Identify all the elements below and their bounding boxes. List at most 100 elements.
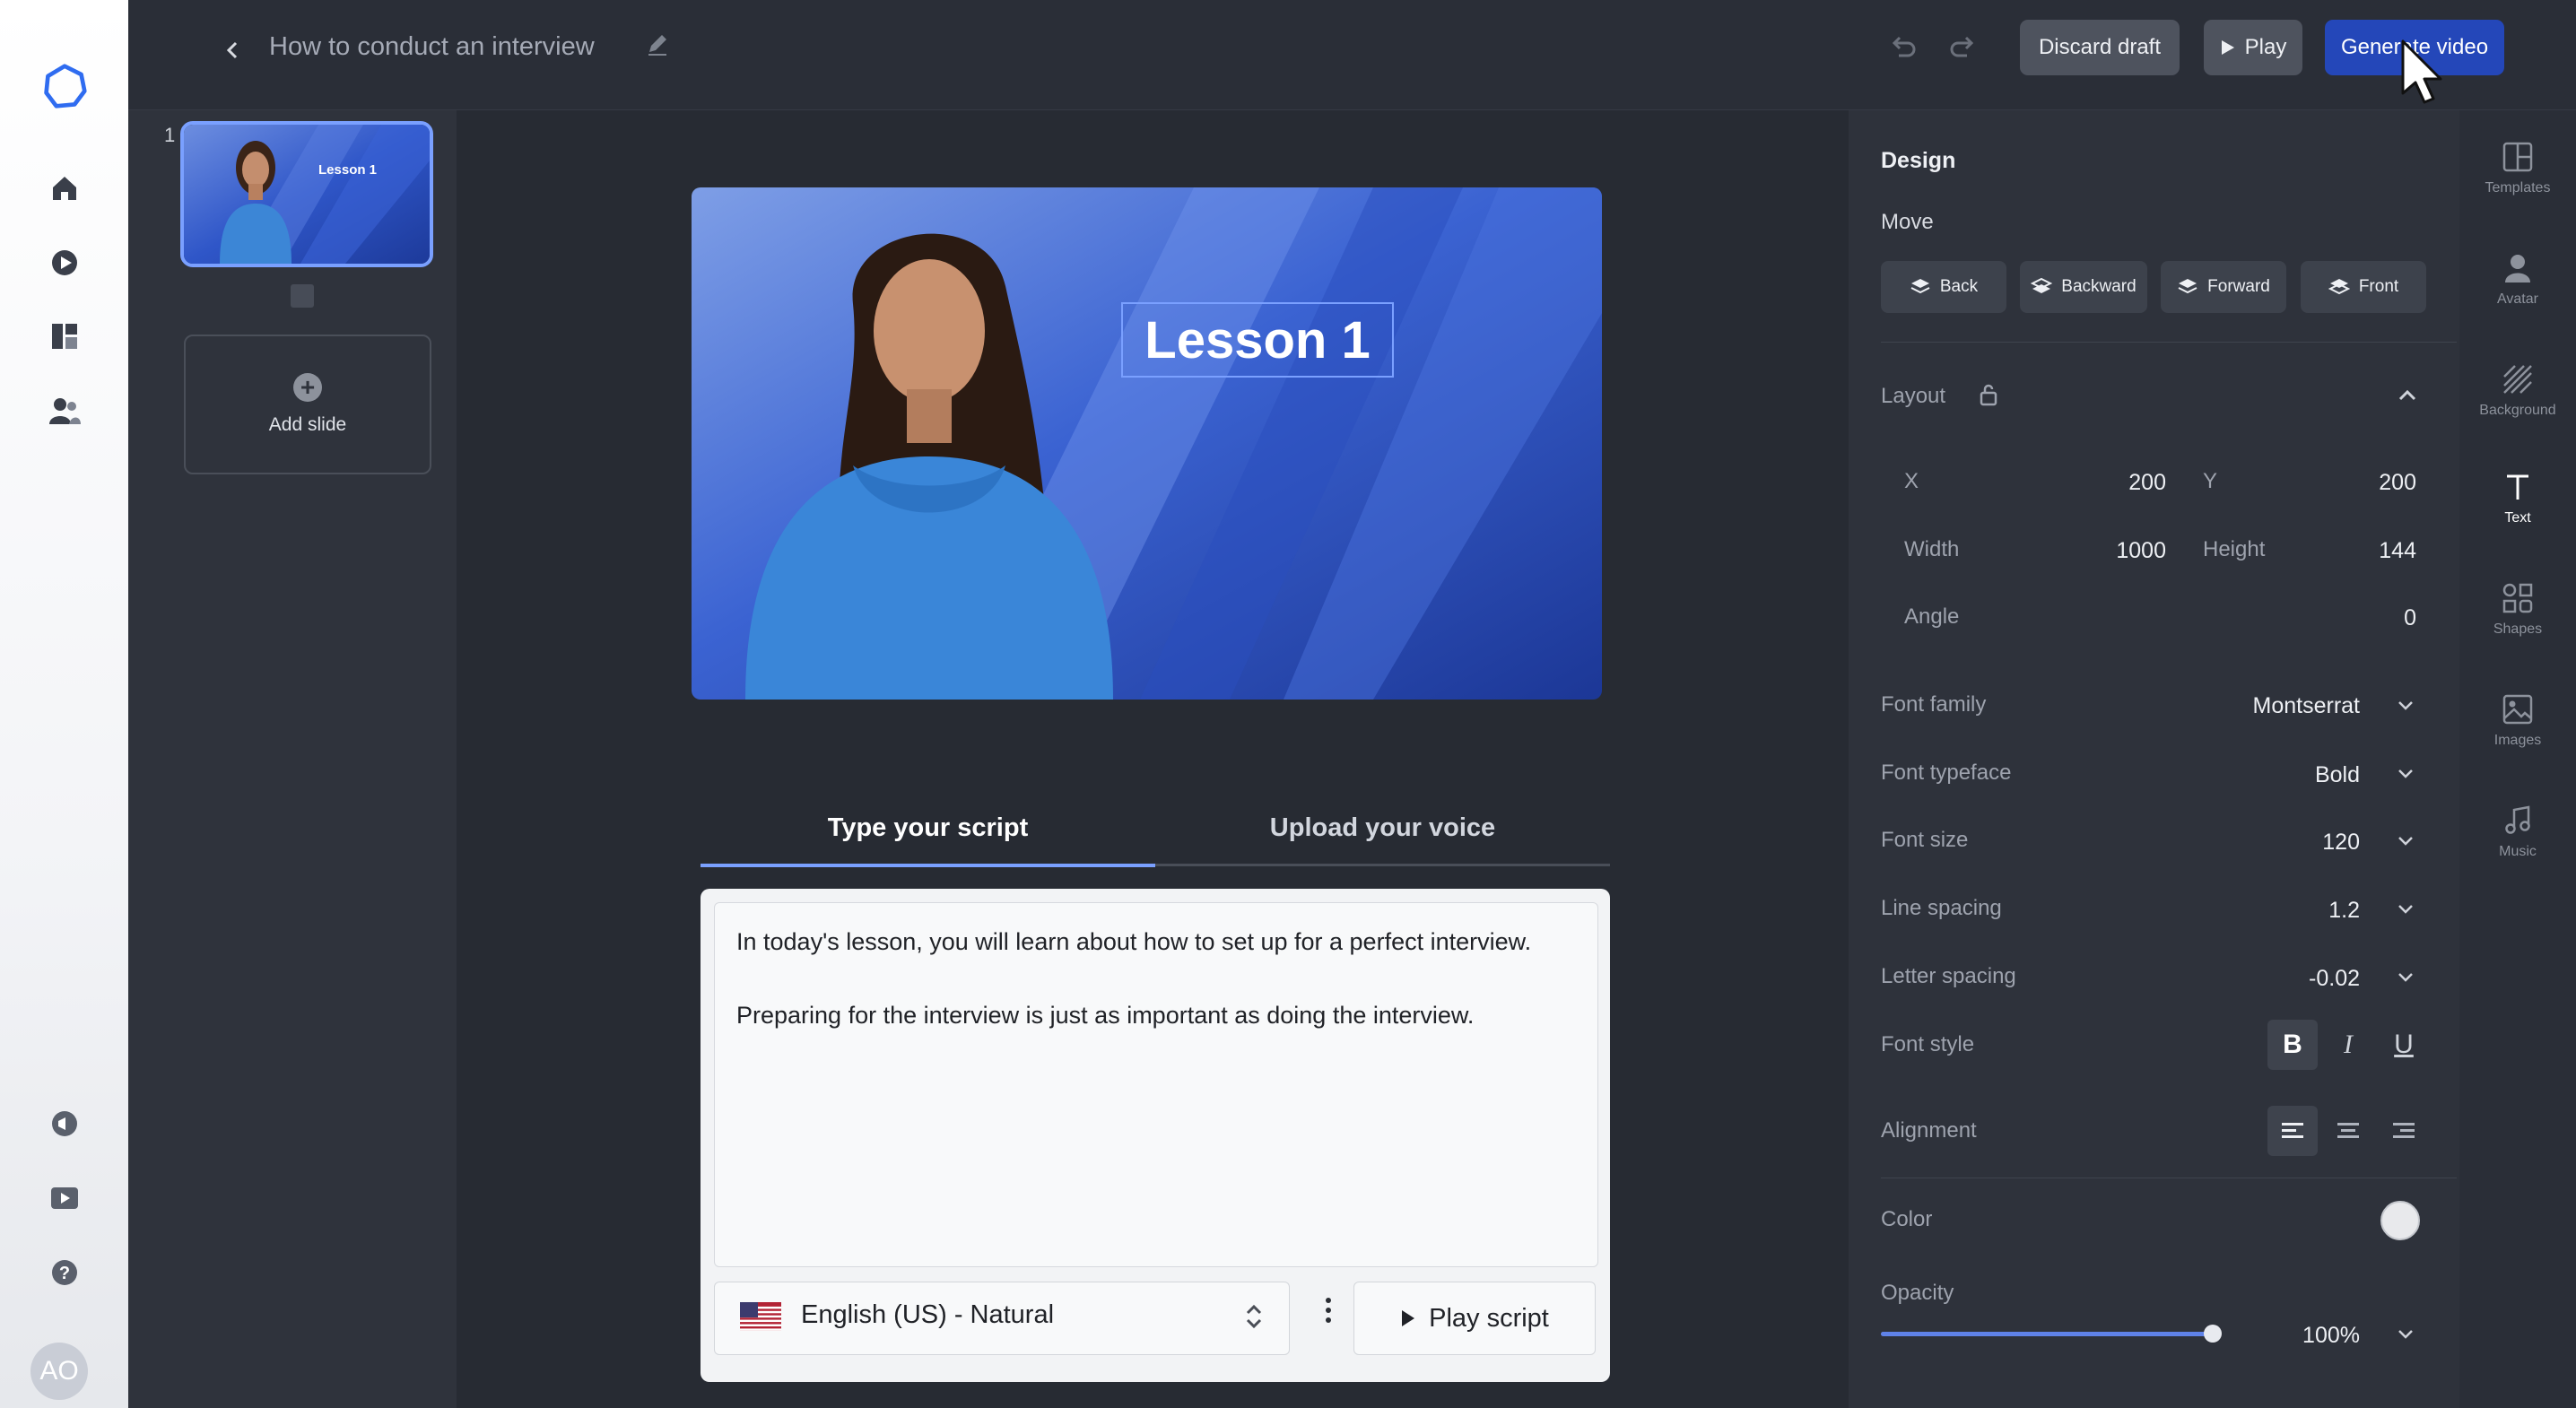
play-button[interactable]: Play <box>2204 20 2302 75</box>
script-textarea[interactable]: In today's lesson, you will learn about … <box>714 902 1598 1267</box>
logo-icon[interactable] <box>41 63 88 109</box>
play-script-button[interactable]: Play script <box>1353 1282 1596 1355</box>
voice-select[interactable]: English (US) - Natural <box>714 1282 1290 1355</box>
video-icon[interactable] <box>41 239 88 286</box>
chevron-down-icon[interactable] <box>2398 1329 2414 1340</box>
people-icon[interactable] <box>41 387 88 434</box>
lock-icon[interactable] <box>1978 382 1999 407</box>
chevron-down-icon[interactable] <box>2398 904 2414 915</box>
opacity-slider[interactable] <box>1881 1325 2222 1343</box>
chevron-up-icon[interactable] <box>2398 388 2417 403</box>
rail-music[interactable]: Music <box>2459 804 2576 860</box>
opacity-slider-handle[interactable] <box>2204 1325 2222 1343</box>
rail-music-label: Music <box>2499 844 2537 859</box>
templates-icon[interactable] <box>41 313 88 360</box>
more-options-icon[interactable] <box>1315 1283 1342 1337</box>
opacity-value[interactable]: 100% <box>2270 1323 2360 1349</box>
chevron-down-icon[interactable] <box>2398 972 2414 983</box>
presenter-image <box>692 187 1602 700</box>
templates-icon <box>2502 142 2533 172</box>
pencil-edit-icon[interactable] <box>644 30 671 62</box>
undo-icon[interactable] <box>1886 30 1919 67</box>
x-value[interactable]: 200 <box>2058 470 2166 496</box>
redo-icon[interactable] <box>1947 30 1980 67</box>
voice-select-value: English (US) - Natural <box>801 1300 1055 1329</box>
rail-images-label: Images <box>2493 733 2542 748</box>
move-forward-button[interactable]: Forward <box>2161 261 2286 313</box>
add-slide-label: Add slide <box>268 414 347 435</box>
right-tool-rail: Templates Avatar Background Text Shapes … <box>2459 110 2576 1408</box>
font-typeface-select[interactable]: Bold <box>2270 762 2360 788</box>
move-back-label: Back <box>1939 277 1979 296</box>
announcement-icon[interactable] <box>41 1100 88 1147</box>
tab-type-your-script[interactable]: Type your script <box>701 792 1155 867</box>
chevron-down-icon[interactable] <box>2398 836 2414 847</box>
chevron-down-icon[interactable] <box>2398 700 2414 711</box>
y-label: Y <box>2203 469 2218 493</box>
project-title[interactable]: How to conduct an interview <box>269 29 595 65</box>
rail-templates[interactable]: Templates <box>2459 141 2576 196</box>
help-icon[interactable]: ? <box>41 1249 88 1296</box>
font-style-label: Font style <box>1881 1032 1975 1056</box>
move-front-button[interactable]: Front <box>2301 261 2426 313</box>
rail-shapes[interactable]: Shapes <box>2459 582 2576 638</box>
move-back-button[interactable]: Back <box>1881 261 2006 313</box>
rail-templates-label: Templates <box>2485 180 2551 196</box>
layout-label: Layout <box>1881 384 1946 408</box>
rail-images[interactable]: Images <box>2459 693 2576 749</box>
background-icon <box>2503 365 2532 394</box>
design-title: Design <box>1881 148 1956 173</box>
layers-icon <box>2031 277 2053 293</box>
align-left-icon <box>2282 1123 2303 1138</box>
slide-thumbnail[interactable]: Lesson 1 <box>180 121 433 267</box>
add-slide-button[interactable]: + Add slide <box>184 335 431 474</box>
height-value[interactable]: 144 <box>2309 538 2416 564</box>
rail-text[interactable]: Text <box>2459 471 2576 526</box>
slide-preview[interactable]: Lesson 1 <box>692 187 1602 700</box>
rail-text-label: Text <box>2504 510 2531 526</box>
updown-chevron-icon <box>1246 1304 1262 1329</box>
play-icon <box>2221 40 2234 55</box>
slide-thumbnail-text: Lesson 1 <box>318 162 378 178</box>
rail-background[interactable]: Background <box>2459 363 2576 419</box>
align-center-button[interactable] <box>2323 1106 2373 1156</box>
font-family-select[interactable]: Montserrat <box>2180 693 2360 719</box>
chevron-down-icon[interactable] <box>2398 769 2414 779</box>
rail-avatar-label: Avatar <box>2497 291 2538 307</box>
align-center-icon <box>2337 1123 2359 1138</box>
align-right-button[interactable] <box>2379 1106 2429 1156</box>
back-arrow-icon[interactable] <box>209 27 256 74</box>
width-value[interactable]: 1000 <box>2058 538 2166 564</box>
discard-draft-button[interactable]: Discard draft <box>2020 20 2180 75</box>
letter-spacing-select[interactable]: -0.02 <box>2270 966 2360 992</box>
font-family-label: Font family <box>1881 692 1987 717</box>
opacity-label: Opacity <box>1881 1281 1954 1305</box>
italic-button[interactable]: I <box>2323 1020 2373 1070</box>
images-icon <box>2502 694 2533 725</box>
mouse-cursor-icon <box>2401 39 2442 104</box>
font-size-select[interactable]: 120 <box>2270 830 2360 856</box>
move-backward-button[interactable]: Backward <box>2020 261 2147 313</box>
slide-layout-icon[interactable] <box>291 284 314 308</box>
angle-label: Angle <box>1904 604 1960 629</box>
tab-upload-your-voice[interactable]: Upload your voice <box>1155 792 1610 866</box>
y-value[interactable]: 200 <box>2309 470 2416 496</box>
user-avatar[interactable]: AO <box>30 1343 88 1400</box>
home-icon[interactable] <box>41 165 88 212</box>
script-tabs: Type your script Upload your voice <box>701 792 1610 867</box>
rail-background-label: Background <box>2479 403 2556 418</box>
angle-value[interactable]: 0 <box>2309 605 2416 631</box>
line-spacing-select[interactable]: 1.2 <box>2270 898 2360 924</box>
video-library-icon[interactable] <box>41 1175 88 1221</box>
font-typeface-label: Font typeface <box>1881 760 2012 785</box>
rail-avatar[interactable]: Avatar <box>2459 252 2576 308</box>
rail-shapes-label: Shapes <box>2493 621 2543 637</box>
move-forward-label: Forward <box>2207 277 2270 296</box>
align-left-button[interactable] <box>2267 1106 2318 1156</box>
color-swatch[interactable] <box>2380 1201 2420 1240</box>
music-icon <box>2505 805 2530 834</box>
bold-button[interactable]: B <box>2267 1020 2318 1070</box>
lesson-title-textbox[interactable]: Lesson 1 <box>1121 302 1394 378</box>
underline-button[interactable]: U <box>2379 1020 2429 1070</box>
height-label: Height <box>2203 537 2266 561</box>
